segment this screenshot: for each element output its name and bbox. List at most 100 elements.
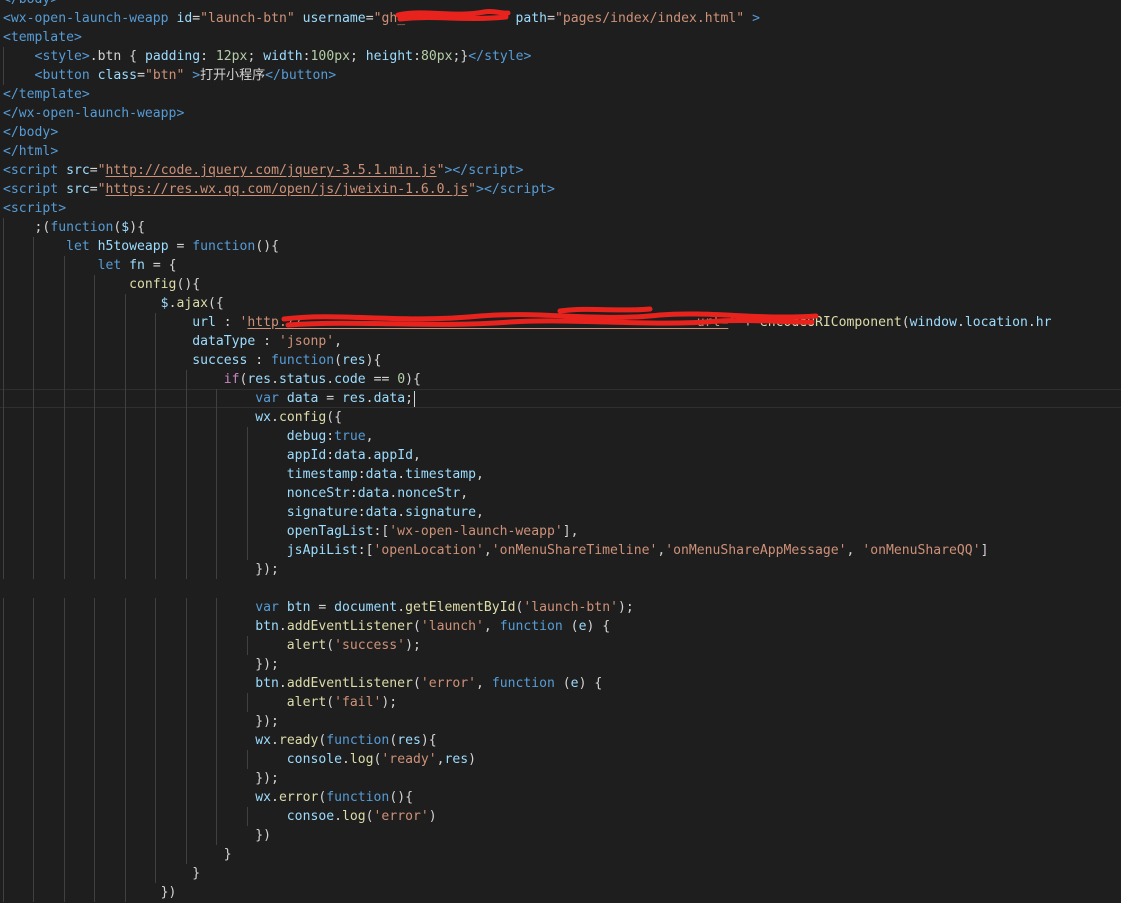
code-line[interactable]: openTagList:['wx-open-launch-weapp'], [3,522,1121,541]
code-line[interactable]: }) [3,883,1121,902]
code-token: : [326,429,335,444]
code-line[interactable]: }); [3,712,1121,731]
code-token: , [476,467,484,482]
code-token: " [468,182,477,197]
code-token: . [397,600,406,615]
code-line[interactable]: jsApiList:['openLocation','onMenuShareTi… [3,541,1121,560]
code-token: 'wx-open-launch-weapp' [389,524,563,539]
code-line[interactable]: console.log('ready',res) [3,750,1121,769]
code-line[interactable]: nonceStr:data.nonceStr, [3,484,1121,503]
code-line[interactable]: <script src="https://res.wx.qq.com/open/… [3,180,1121,199]
code-line[interactable]: wx.ready(function(res){ [3,731,1121,750]
code-token: ({ [326,410,343,425]
code-line[interactable]: } [3,864,1121,883]
code-token: : [247,353,272,368]
code-line[interactable]: <style>.btn { padding: 12px; width:100px… [3,47,1121,66]
code-line[interactable]: </template> [3,85,1121,104]
code-line[interactable]: <wx-open-launch-weapp id="launch-btn" us… [3,9,1121,28]
code-token: > [81,87,90,102]
code-token: ( [334,353,343,368]
code-line[interactable]: signature:data.signature, [3,503,1121,522]
code-token: alert [286,638,327,653]
code-line[interactable]: dataType : 'jsonp', [3,332,1121,351]
code-line[interactable]: if(res.status.code == 0){ [3,370,1121,389]
code-line[interactable]: url : 'http:// url=' + encodeURIComponen… [3,313,1121,332]
code-line[interactable]: success : function(res){ [3,351,1121,370]
code-line[interactable]: <template> [3,28,1121,47]
code-line[interactable]: </html> [3,142,1121,161]
code-line[interactable]: $.ajax({ [3,294,1121,313]
code-line[interactable]: alert('success'); [3,636,1121,655]
code-line[interactable]: config(){ [3,275,1121,294]
code-token: = [310,600,335,615]
code-line[interactable]: consoe.log('error') [3,807,1121,826]
code-line[interactable]: var btn = document.getElementById('launc… [3,598,1121,617]
code-token: alert [286,695,327,710]
code-token: wx [255,410,272,425]
code-token: wx [255,733,272,748]
code-token: btn [286,600,311,615]
code-token: </ [468,49,485,64]
code-line[interactable]: }); [3,655,1121,674]
code-token: > [176,106,185,121]
code-token: }) [160,885,177,900]
code-line[interactable]: } [3,845,1121,864]
code-line[interactable]: appId:data.appId, [3,446,1121,465]
code-line[interactable]: let fn = { [3,256,1121,275]
code-line[interactable]: }) [3,826,1121,845]
code-line[interactable]: var data = res.data; [0,389,1121,408]
code-line[interactable]: timestamp:data.timestamp, [3,465,1121,484]
code-token: function [491,676,555,691]
code-token: . [397,467,406,482]
code-token: 'onMenuShareQQ' [862,543,981,558]
code-token: 12px [215,49,248,64]
code-token: function [499,619,563,634]
code-token: < [3,201,11,216]
code-line[interactable]: <button class="btn" >打开小程序</button> [3,66,1121,85]
code-line[interactable] [3,579,1121,598]
code-line[interactable]: alert('fail'); [3,693,1121,712]
code-token: $ [160,296,169,311]
code-line[interactable]: let h5toweapp = function(){ [3,237,1121,256]
code-line[interactable]: }); [3,560,1121,579]
code-token: http://code.jquery.com/jquery-3.5.1.min.… [105,163,437,178]
code-line[interactable]: ;(function($){ [3,218,1121,237]
code-token: ' [728,315,737,330]
code-token: ] [980,543,989,558]
code-line[interactable]: </wx-open-launch-weapp> [3,104,1121,123]
code-token: encodeURIComponent [759,315,902,330]
code-token: function [192,239,256,254]
code-token: script [10,182,59,197]
code-line[interactable]: </body> [3,123,1121,142]
code-token: = { [144,258,177,273]
code-token: ){ [405,372,421,387]
code-token: > [58,201,67,216]
code-line[interactable]: wx.config({ [3,408,1121,427]
code-token: </ [3,144,19,159]
code-token: log [349,752,374,767]
code-lines: </body><wx-open-launch-weapp id="launch-… [0,0,1121,902]
code-token: : [357,467,366,482]
code-token: data [365,467,398,482]
code-token: ){ [365,353,382,368]
code-line[interactable]: btn.addEventListener('error', function (… [3,674,1121,693]
code-editor[interactable]: </body><wx-open-launch-weapp id="launch-… [0,0,1121,903]
code-line[interactable]: }); [3,769,1121,788]
code-line[interactable]: <script src="http://code.jquery.com/jque… [3,161,1121,180]
code-line[interactable]: btn.addEventListener('launch', function … [3,617,1121,636]
code-line[interactable]: debug:true, [3,427,1121,446]
code-line[interactable]: wx.error(function(){ [3,788,1121,807]
code-line[interactable]: <script> [3,199,1121,218]
code-line[interactable]: </body> [3,0,1121,9]
code-token: , [483,543,492,558]
code-token: res [247,372,272,387]
code-token: wx-open-launch-weapp [10,11,169,26]
